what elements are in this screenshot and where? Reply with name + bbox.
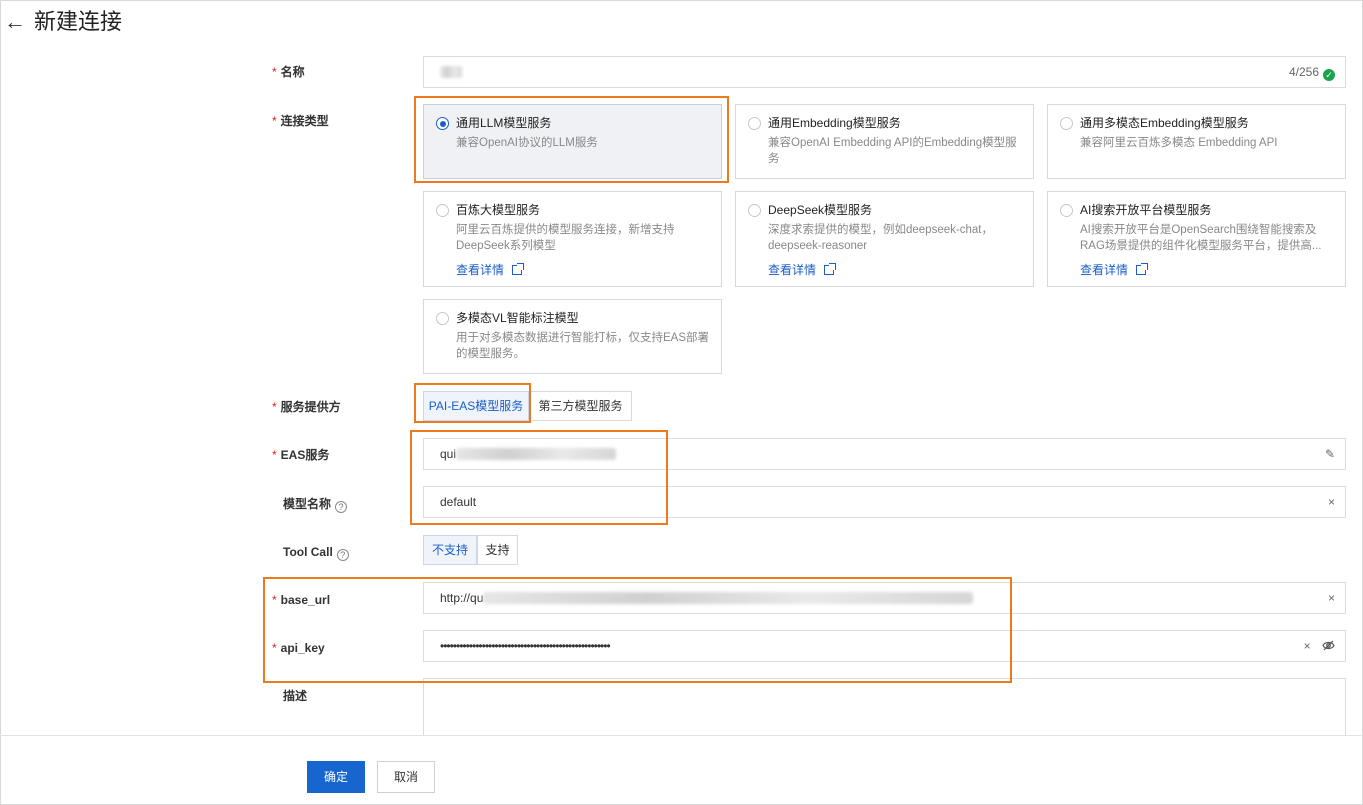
name-input[interactable]: 4/256 ✓	[423, 56, 1346, 88]
connection-type-option-embedding[interactable]: 通用Embedding模型服务 兼容OpenAI Embedding API的E…	[735, 104, 1034, 179]
option-desc: 兼容阿里云百炼多模态 Embedding API	[1080, 137, 1278, 149]
api-key-input[interactable]: ••••••••••••••••••••••••••••••••••••••••…	[423, 630, 1346, 662]
clear-icon[interactable]: ×	[1304, 639, 1311, 653]
api-key-actions: ×	[1304, 631, 1335, 661]
option-desc: 用于对多模态数据进行智能打标，仅支持EAS部署的模型服务。	[456, 332, 710, 360]
connection-type-option-multimodal-embedding[interactable]: 通用多模态Embedding模型服务 兼容阿里云百炼多模态 Embedding …	[1047, 104, 1346, 179]
eas-service-label: * EAS服务	[272, 448, 330, 462]
base-url-label: * base_url	[272, 593, 331, 607]
base-url-input[interactable]: http://qu ×	[423, 582, 1346, 614]
page-title: 新建连接	[34, 9, 123, 34]
option-desc: 兼容OpenAI协议的LLM服务	[456, 137, 598, 149]
provider-option-pai-eas[interactable]: PAI-EAS模型服务	[423, 391, 529, 421]
option-title: AI搜索开放平台模型服务	[1080, 203, 1212, 217]
connection-type-option-vl-labeling[interactable]: 多模态VL智能标注模型 用于对多模态数据进行智能打标，仅支持EAS部署的模型服务…	[423, 299, 722, 374]
description-textarea[interactable]	[423, 678, 1346, 736]
option-title: 百炼大模型服务	[456, 203, 541, 217]
radio-icon	[748, 204, 761, 217]
cancel-button[interactable]: 取消	[377, 761, 435, 793]
external-link-icon	[824, 263, 837, 275]
external-link-icon	[512, 263, 525, 275]
tool-call-label: Tool Call?	[283, 544, 349, 561]
option-title: 通用多模态Embedding模型服务	[1080, 116, 1249, 130]
tool-call-option-unsupported[interactable]: 不支持	[423, 535, 477, 565]
clear-icon[interactable]: ×	[1328, 583, 1335, 613]
blurred-value	[440, 66, 462, 78]
question-circle-icon[interactable]: ?	[335, 501, 348, 513]
option-title: 多模态VL智能标注模型	[456, 311, 579, 325]
name-label: * 名称	[272, 65, 305, 79]
api-key-label: * api_key	[272, 641, 325, 655]
radio-icon	[1060, 204, 1073, 217]
clear-icon[interactable]: ×	[1328, 487, 1335, 517]
radio-icon	[436, 312, 449, 325]
eas-service-select[interactable]: qui ✎	[423, 438, 1346, 470]
option-title: DeepSeek模型服务	[768, 203, 873, 217]
option-title: 通用Embedding模型服务	[768, 116, 901, 130]
option-desc: 兼容OpenAI Embedding API的Embedding模型服务	[768, 137, 1017, 165]
model-name-input[interactable]: default ×	[423, 486, 1346, 518]
radio-icon	[748, 117, 761, 130]
model-name-label: 模型名称?	[283, 496, 348, 513]
edit-icon[interactable]: ✎	[1325, 439, 1335, 469]
option-title: 通用LLM模型服务	[456, 116, 552, 130]
arrow-left-icon[interactable]: ←	[4, 10, 26, 34]
option-desc: 深度求索提供的模型，例如deepseek-chat，deepseek-reaso…	[768, 224, 993, 252]
option-desc: AI搜索开放平台是OpenSearch围绕智能搜索及RAG场景提供的组件化模型服…	[1080, 224, 1322, 252]
eye-off-icon[interactable]	[1322, 640, 1335, 651]
radio-icon	[436, 204, 449, 217]
connection-type-option-ai-search[interactable]: AI搜索开放平台模型服务 AI搜索开放平台是OpenSearch围绕智能搜索及R…	[1047, 191, 1346, 287]
description-label: 描述	[283, 689, 308, 703]
question-circle-icon[interactable]: ?	[336, 549, 349, 561]
view-details-link[interactable]: 查看详情	[768, 262, 837, 278]
footer-divider	[0, 735, 1363, 736]
connection-type-label: * 连接类型	[272, 114, 329, 128]
check-circle-icon: ✓	[1323, 69, 1335, 81]
radio-selected-icon	[436, 117, 449, 130]
confirm-button[interactable]: 确定	[307, 761, 365, 793]
connection-type-option-deepseek[interactable]: DeepSeek模型服务 深度求索提供的模型，例如deepseek-chat，d…	[735, 191, 1034, 287]
connection-type-option-llm[interactable]: 通用LLM模型服务 兼容OpenAI协议的LLM服务	[423, 104, 722, 179]
tool-call-option-supported[interactable]: 支持	[477, 535, 518, 565]
radio-icon	[1060, 117, 1073, 130]
blurred-value	[483, 592, 974, 604]
provider-option-third-party[interactable]: 第三方模型服务	[529, 391, 632, 421]
connection-type-option-bailian[interactable]: 百炼大模型服务 阿里云百炼提供的模型服务连接，新增支持DeepSeek系列模型 …	[423, 191, 722, 287]
blurred-value	[456, 448, 617, 460]
view-details-link[interactable]: 查看详情	[1080, 262, 1149, 278]
option-desc: 阿里云百炼提供的模型服务连接，新增支持DeepSeek系列模型	[456, 224, 675, 252]
name-char-count: 4/256 ✓	[1289, 57, 1335, 87]
provider-label: * 服务提供方	[272, 400, 341, 414]
external-link-icon	[1136, 263, 1149, 275]
view-details-link[interactable]: 查看详情	[456, 262, 525, 278]
